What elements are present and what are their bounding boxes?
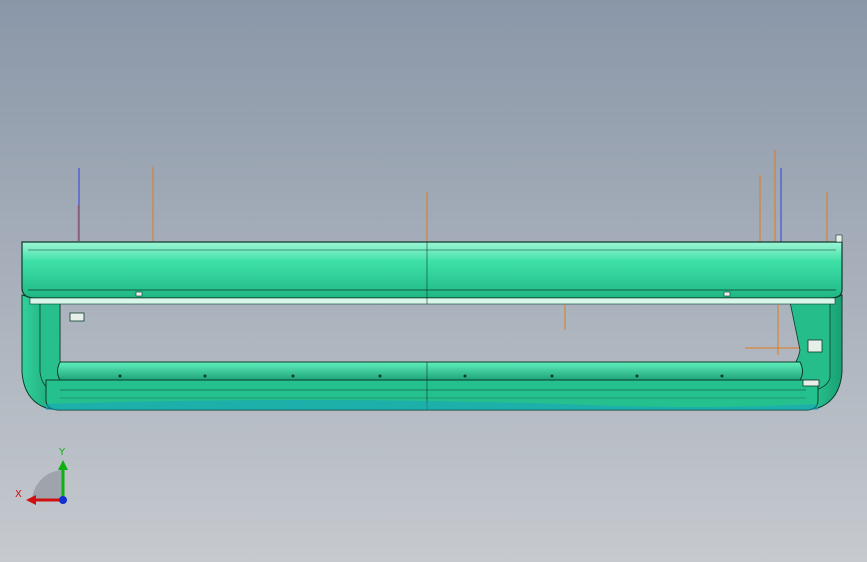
- triad-x-label: X: [15, 489, 22, 500]
- graphics-viewport[interactable]: Y X: [0, 0, 867, 562]
- triad-y-label: Y: [58, 447, 66, 458]
- bumper-frame[interactable]: [21, 234, 843, 411]
- model-view[interactable]: Y X: [0, 0, 867, 562]
- coordinate-triad-icon: Y X: [15, 447, 68, 505]
